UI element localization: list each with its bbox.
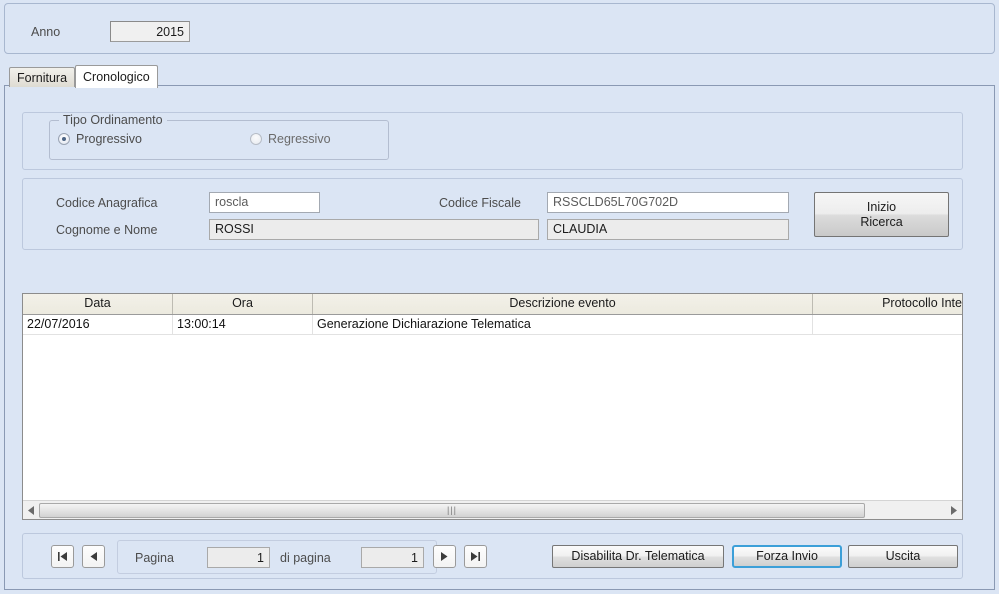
pagina-label: Pagina: [135, 551, 174, 565]
pagina-input[interactable]: 1: [207, 547, 270, 568]
codice-fiscale-input[interactable]: RSSCLD65L70G702D: [547, 192, 789, 213]
grid-header-row: Data Ora Descrizione evento Protocollo I…: [23, 294, 962, 315]
inizio-ricerca-button[interactable]: Inizio Ricerca: [814, 192, 949, 237]
scroll-right-icon[interactable]: [946, 502, 962, 519]
radio-regressivo[interactable]: Regressivo: [250, 132, 331, 146]
prev-page-icon: [90, 552, 97, 561]
codice-fiscale-label: Codice Fiscale: [439, 196, 521, 210]
anno-input[interactable]: 2015: [110, 21, 190, 42]
di-pagina-label: di pagina: [280, 551, 331, 565]
tab-cronologico[interactable]: Cronologico: [75, 65, 158, 88]
inizio-ricerca-line2: Ricerca: [860, 215, 903, 229]
anno-panel: Anno 2015: [4, 3, 995, 54]
forza-invio-button[interactable]: Forza Invio: [732, 545, 842, 568]
radio-progressivo-label: Progressivo: [76, 132, 142, 146]
codice-anagrafica-input[interactable]: roscla: [209, 192, 320, 213]
tipo-ordinamento-radios: Progressivo Regressivo: [58, 132, 331, 146]
cell-protocollo: [813, 315, 962, 334]
tab-fornitura[interactable]: Fornitura: [9, 67, 76, 87]
next-page-button[interactable]: [433, 545, 456, 568]
grid-col-descrizione[interactable]: Descrizione evento: [313, 294, 813, 314]
search-panel: Codice Anagrafica roscla Codice Fiscale …: [22, 178, 963, 250]
first-page-icon: [58, 552, 67, 561]
cell-data: 22/07/2016: [23, 315, 173, 334]
scrollbar-track[interactable]: |||: [39, 502, 946, 519]
disabilita-dr-telematica-button[interactable]: Disabilita Dr. Telematica: [552, 545, 724, 568]
cognome-nome-label: Cognome e Nome: [56, 223, 158, 237]
events-grid: Data Ora Descrizione evento Protocollo I…: [22, 293, 963, 520]
last-page-button[interactable]: [464, 545, 487, 568]
tab-panel-cronologico: Tipo Ordinamento Progressivo Regressivo: [4, 85, 995, 590]
codice-anagrafica-label: Codice Anagrafica: [56, 196, 158, 210]
table-row[interactable]: 22/07/2016 13:00:14 Generazione Dichiara…: [23, 315, 962, 335]
prev-page-button[interactable]: [82, 545, 105, 568]
first-page-button[interactable]: [51, 545, 74, 568]
application-window: Anno 2015 Fornitura Cronologico Tipo Ord…: [0, 0, 999, 594]
grid-col-protocollo[interactable]: Protocollo Inte: [813, 294, 962, 314]
scrollbar-thumb[interactable]: |||: [39, 502, 865, 518]
radio-regressivo-label: Regressivo: [268, 132, 331, 146]
radio-unselected-icon: [250, 133, 262, 145]
grid-col-ora[interactable]: Ora: [173, 294, 313, 314]
tab-container: Fornitura Cronologico Tipo Ordinamento P…: [4, 62, 995, 590]
tipo-ordinamento-fieldset: Tipo Ordinamento Progressivo Regressivo: [49, 113, 389, 160]
tipo-ordinamento-legend: Tipo Ordinamento: [59, 113, 167, 127]
inizio-ricerca-line1: Inizio: [866, 200, 897, 214]
order-panel: Tipo Ordinamento Progressivo Regressivo: [22, 112, 963, 170]
grid-horizontal-scrollbar[interactable]: |||: [23, 500, 962, 519]
radio-progressivo[interactable]: Progressivo: [58, 132, 142, 146]
last-page-icon: [471, 552, 480, 561]
next-page-icon: [441, 552, 448, 561]
grid-body: 22/07/2016 13:00:14 Generazione Dichiara…: [23, 315, 962, 499]
di-pagina-input[interactable]: 1: [361, 547, 424, 568]
uscita-button[interactable]: Uscita: [848, 545, 958, 568]
footer-panel: Pagina 1 di pagina 1 Disabilita Dr. Tele…: [22, 533, 963, 579]
cognome-input[interactable]: ROSSI: [209, 219, 539, 240]
tab-strip: Fornitura Cronologico: [9, 65, 158, 88]
cell-descrizione: Generazione Dichiarazione Telematica: [313, 315, 813, 334]
grid-col-data[interactable]: Data: [23, 294, 173, 314]
nome-input[interactable]: CLAUDIA: [547, 219, 789, 240]
anno-label: Anno: [31, 25, 61, 39]
radio-selected-icon: [58, 133, 70, 145]
pager-box: Pagina 1 di pagina 1: [117, 540, 437, 574]
cell-ora: 13:00:14: [173, 315, 313, 334]
scroll-left-icon[interactable]: [23, 502, 39, 519]
